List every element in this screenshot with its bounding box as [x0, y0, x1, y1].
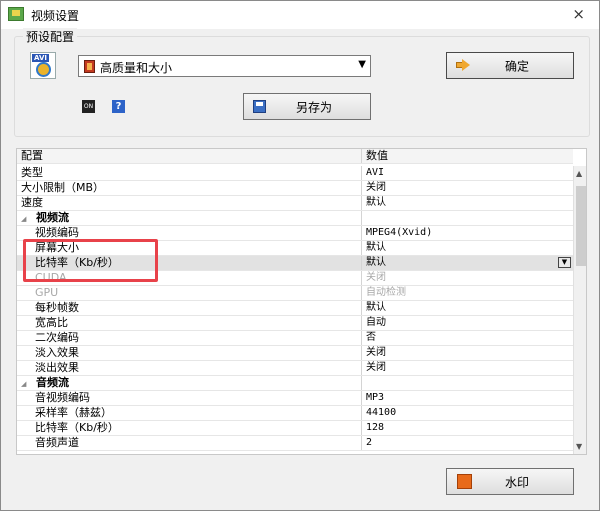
grid-header: 配置 数值 — [17, 149, 573, 164]
table-row[interactable]: 淡出效果 关闭 — [17, 361, 573, 376]
row-value: 2 — [366, 437, 373, 448]
table-row: GPU 自动检测 — [17, 286, 573, 301]
vertical-scrollbar[interactable]: ▲ ▼ — [573, 166, 586, 454]
row-value: 关闭 — [366, 347, 386, 358]
row-key: 二次编码 — [17, 331, 362, 345]
film-icon — [84, 60, 95, 73]
window-title: 视频设置 — [31, 9, 80, 23]
preset-dropdown[interactable]: 高质量和大小 ▼ — [78, 55, 371, 77]
table-row[interactable]: 淡入效果 关闭 — [17, 346, 573, 361]
row-value: 128 — [366, 422, 385, 433]
column-header-config: 配置 — [17, 149, 362, 163]
category-audio-stream[interactable]: ◢ 音频流 — [17, 376, 573, 391]
video-settings-dialog: 视频设置 × 预设配置 AVI 高质量和大小 ▼ 确定 ON ? 另存为 配置 … — [0, 0, 600, 511]
title-bar: 视频设置 × — [1, 1, 599, 29]
row-key: 类型 — [17, 166, 362, 180]
row-value: 默认 — [366, 302, 386, 313]
chevron-down-icon[interactable]: ▼ — [358, 59, 366, 70]
row-value: 否 — [366, 332, 376, 343]
row-key: GPU — [17, 286, 362, 300]
row-value: 自动检测 — [366, 287, 406, 298]
save-as-button-label: 另存为 — [295, 100, 332, 114]
table-row[interactable]: 大小限制（MB） 关闭 — [17, 181, 573, 196]
collapse-triangle-icon[interactable]: ◢ — [21, 212, 36, 226]
row-value: AVI — [366, 167, 385, 178]
table-row[interactable]: 速度 默认 — [17, 196, 573, 211]
row-key: 采样率（赫兹） — [17, 406, 362, 420]
help-icon[interactable]: ? — [112, 100, 125, 113]
table-row[interactable]: 宽高比 自动 — [17, 316, 573, 331]
watermark-button[interactable]: 水印 — [446, 468, 574, 495]
table-row[interactable]: 音频声道 2 — [17, 436, 573, 451]
scroll-up-icon[interactable]: ▲ — [576, 169, 582, 178]
row-key: 速度 — [17, 196, 362, 210]
category-header: ◢ 音频流 — [17, 376, 362, 390]
collapse-triangle-icon[interactable]: ◢ — [21, 377, 36, 391]
disc-icon — [36, 62, 51, 77]
property-grid: 配置 数值 类型 AVI 大小限制（MB） 关闭 速度 默认 ◢ 视频流 视频编码… — [16, 148, 587, 455]
preset-selected-value: 高质量和大小 — [100, 61, 173, 75]
scrollbar-thumb[interactable] — [576, 186, 586, 266]
row-key: 淡入效果 — [17, 346, 362, 360]
column-header-value: 数值 — [366, 149, 388, 162]
table-row[interactable]: 二次编码 否 — [17, 331, 573, 346]
table-row[interactable]: 每秒帧数 默认 — [17, 301, 573, 316]
row-key: 宽高比 — [17, 316, 362, 330]
annotation-highlight-box — [23, 239, 158, 282]
row-key: 音频声道 — [17, 436, 362, 450]
save-as-button[interactable]: 另存为 — [243, 93, 371, 120]
table-row[interactable]: 音视频编码 MP3 — [17, 391, 573, 406]
table-row[interactable]: 类型 AVI — [17, 166, 573, 181]
category-header: ◢ 视频流 — [17, 211, 362, 225]
row-value: 自动 — [366, 317, 386, 328]
row-value: 默认 — [366, 257, 386, 268]
category-label: 音频流 — [36, 376, 69, 389]
row-key: 淡出效果 — [17, 361, 362, 375]
row-value: 关闭 — [366, 362, 386, 373]
row-value: MPEG4(Xvid) — [366, 227, 433, 238]
row-key: 音视频编码 — [17, 391, 362, 405]
row-value: MP3 — [366, 392, 385, 403]
table-row[interactable]: 比特率（Kb/秒） 128 — [17, 421, 573, 436]
row-value — [363, 376, 573, 390]
ok-button[interactable]: 确定 — [446, 52, 574, 79]
row-key: 每秒帧数 — [17, 301, 362, 315]
close-icon[interactable]: × — [572, 5, 585, 23]
ok-button-label: 确定 — [504, 59, 529, 73]
row-key: 视频编码 — [17, 226, 362, 240]
watermark-button-label: 水印 — [504, 475, 529, 489]
row-key: 大小限制（MB） — [17, 181, 362, 195]
row-value: 关闭 — [366, 182, 386, 193]
category-video-stream[interactable]: ◢ 视频流 — [17, 211, 573, 226]
row-value — [363, 211, 573, 225]
preset-group-label: 预设配置 — [23, 28, 78, 45]
app-icon — [8, 7, 24, 21]
table-row[interactable]: 采样率（赫兹） 44100 — [17, 406, 573, 421]
avi-tag: AVI — [32, 54, 49, 62]
row-value: 默认 — [366, 242, 386, 253]
row-value: 默认 — [366, 197, 386, 208]
row-key: 比特率（Kb/秒） — [17, 421, 362, 435]
value-dropdown-button[interactable]: ▼ — [558, 257, 571, 268]
on-toggle-icon[interactable]: ON — [82, 100, 95, 113]
scroll-down-icon[interactable]: ▼ — [576, 442, 582, 451]
row-value: 关闭 — [366, 272, 386, 283]
row-value: 44100 — [366, 407, 397, 418]
avi-format-icon: AVI — [30, 52, 56, 79]
category-label: 视频流 — [36, 211, 69, 224]
